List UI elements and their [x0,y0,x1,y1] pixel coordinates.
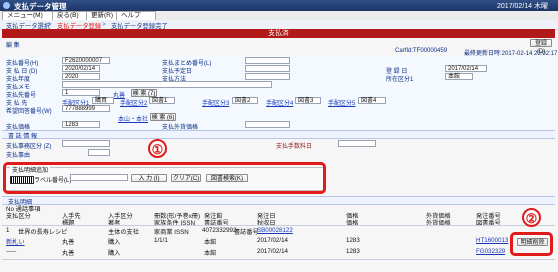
row2-vendor: 丸善 [62,250,75,257]
row0-no: 1 [6,227,10,234]
section-reason-select[interactable] [88,149,110,156]
crumb-sep-2: > [102,21,106,28]
row1-date: 2017/02/14 [257,237,288,244]
cat4-select[interactable]: 図書3 [295,97,321,104]
datetime: 2017/02/14 木曜 [497,3,548,10]
row2-lib: 本館 [204,250,217,257]
dept-label: 所在区分1 [386,77,414,83]
cat1-select[interactable]: 購買 [92,97,114,104]
title-bar: 支払データ管理 2017/02/14 木曜 [0,0,558,11]
row1-type[interactable]: 新札い [6,237,25,246]
cat4-label[interactable]: 手配区分4 [266,98,293,107]
row2-price: 1283 [346,248,360,255]
want-no-label: 希望回答番号(W) [6,109,52,115]
reg-date-input[interactable]: 2017/02/14 [445,65,487,72]
delete-button[interactable]: 登録(D) [530,39,552,55]
row1-orderno[interactable]: HT1600013 [476,237,508,244]
carf-id: CarfId:TF00000459 [395,48,448,54]
pay-sum-no-input[interactable] [245,57,290,64]
detail-row-0: 1 世界の長寿レシピ 主体の支社 家商業 ISSN 4072332992 書誌番… [2,227,555,236]
row0-bibno[interactable]: SB00028122 [257,227,293,234]
row1-acq: 購入 [108,239,121,246]
highlight-box-1 [3,162,326,194]
row1-vendor: 丸善 [62,239,75,246]
honsha-link[interactable]: 本山・本社 [118,114,148,123]
detail-header-1: No 通話事項 支払区分 入手先 入手区分 冊数(形/予巻x冊) 発注館 発注日… [2,204,555,220]
section-dept-select[interactable] [62,140,110,147]
app-icon [3,2,10,9]
cat3-label[interactable]: 手配区分3 [202,98,229,107]
pay-method-select[interactable] [245,73,290,80]
section-reason-label: 支払事由 [6,153,31,159]
detail-row-1: 新札い 丸善 購入 1/1/1 本館 2017/02/14 1283 HT160… [2,237,555,246]
section-card-input[interactable] [338,140,376,147]
row0-bib-label: 書誌番号 [234,229,259,236]
marker-2: ② [522,208,541,227]
section-title: 書 誌 情 報 [8,134,38,140]
honsha-search-button[interactable]: 検 索 (6) [150,113,176,121]
dept-select[interactable]: 本館 [445,73,473,80]
memo-input[interactable] [62,81,272,88]
crumb-sep-1: > [48,21,52,28]
pay-no-input[interactable]: F2620000007 [62,57,110,64]
amount-input[interactable]: 1283 [62,121,100,128]
section-dept-label: 支払事務区分 (Z) [6,144,52,150]
section-bar: 書 誌 情 報 [2,130,555,140]
cat5-label[interactable]: 手配区分5 [328,98,355,107]
section-card-label: 支払手数料日 [276,144,313,150]
detail-divider-2 [2,259,555,260]
cat5-select[interactable]: 図書4 [358,97,386,104]
cat2-label[interactable]: 手配区分2 [120,98,147,107]
row0-issn: 4072332992 [202,227,237,234]
foreign-amount-input[interactable] [245,121,290,128]
row0-pub: 家商業 ISSN [154,229,189,236]
row2-type: ----- [6,248,17,255]
row1-vol: 1/1/1 [154,237,168,244]
pay-year-input[interactable]: 2020 [62,73,100,80]
row2-orderno[interactable]: FG032329 [476,248,505,255]
highlight-box-2 [510,232,553,256]
cat2-select[interactable]: 図書1 [149,97,175,104]
detail-row-2: ----- 丸善 購入 本館 2017/02/14 1283 FG032329 [2,248,555,257]
cat3-select[interactable]: 図書2 [232,97,258,104]
row1-price: 1283 [346,237,360,244]
pay-plan-input[interactable] [245,65,290,72]
row0-author: 主体の支社 [108,229,139,236]
row0-title: 世界の長寿レシピ [18,229,68,236]
row2-acq: 購入 [108,250,121,257]
detail-header-2: 標題 著者 家族条件 ISSN 書誌番号 秋収日 価格 外貨価格 図書番号 [2,218,555,227]
status-banner: 支払済 [2,29,555,38]
row2-date: 2017/02/14 [257,248,288,255]
want-no-input[interactable]: 777888999 [62,105,110,112]
row1-lib: 本館 [204,239,217,246]
detail-divider-1 [2,225,555,226]
payee-no-input[interactable]: 1 [62,89,100,96]
payee-search-button[interactable]: 検 索 (7) [131,89,157,97]
pay-date-input[interactable]: 2020/02/14 [62,65,100,72]
edit-label[interactable]: 編 集 [6,40,20,49]
marker-1: ① [148,139,167,158]
